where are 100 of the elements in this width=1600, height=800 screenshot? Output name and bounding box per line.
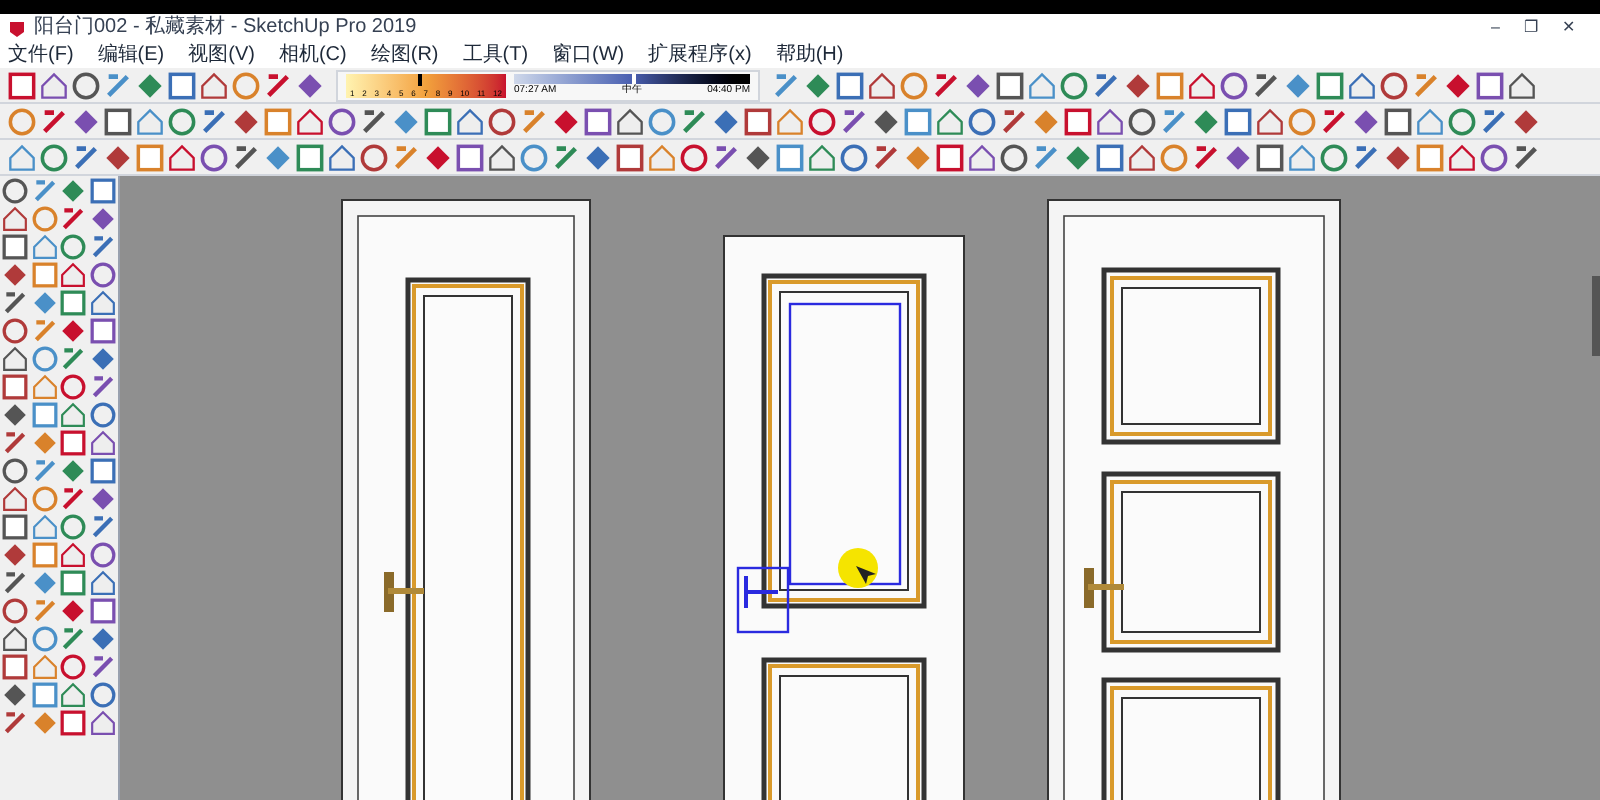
tool-icon[interactable] <box>89 654 115 680</box>
tool-icon[interactable] <box>2 374 28 400</box>
tool-icon[interactable] <box>89 570 115 596</box>
tool-icon[interactable] <box>424 107 452 135</box>
tool-icon[interactable] <box>1000 107 1028 135</box>
time-slider[interactable] <box>514 73 750 83</box>
tool-icon[interactable] <box>89 710 115 736</box>
tool-icon[interactable] <box>2 710 28 736</box>
tool-icon[interactable] <box>2 598 28 624</box>
tool-icon[interactable] <box>89 458 115 484</box>
tool-icon[interactable] <box>60 262 86 288</box>
tool-icon[interactable] <box>31 402 57 428</box>
tool-icon[interactable] <box>1448 107 1476 135</box>
tool-icon[interactable] <box>200 107 228 135</box>
tool-icon[interactable] <box>1064 107 1092 135</box>
tool-icon[interactable] <box>488 107 516 135</box>
tool-icon[interactable] <box>1380 71 1408 99</box>
tool-icon[interactable] <box>60 542 86 568</box>
tool-icon[interactable] <box>89 206 115 232</box>
tool-icon[interactable] <box>2 458 28 484</box>
tool-icon[interactable] <box>89 542 115 568</box>
tool-icon[interactable] <box>104 107 132 135</box>
tool-icon[interactable] <box>232 143 260 171</box>
tool-icon[interactable] <box>60 290 86 316</box>
tool-icon[interactable] <box>89 290 115 316</box>
tool-icon[interactable] <box>2 430 28 456</box>
menu-item[interactable]: 工具(T) <box>462 45 529 65</box>
menu-item[interactable]: 扩展程序(x) <box>648 45 752 65</box>
tool-icon[interactable] <box>60 458 86 484</box>
tool-icon[interactable] <box>60 514 86 540</box>
tool-icon[interactable] <box>60 626 86 652</box>
tool-icon[interactable] <box>1480 143 1508 171</box>
tool-icon[interactable] <box>1060 71 1088 99</box>
tool-icon[interactable] <box>932 71 960 99</box>
tool-icon[interactable] <box>968 107 996 135</box>
tool-icon[interactable] <box>60 430 86 456</box>
tool-icon[interactable] <box>60 346 86 372</box>
tool-icon[interactable] <box>2 178 28 204</box>
menu-item[interactable]: 窗口(W) <box>552 45 625 65</box>
tool-icon[interactable] <box>836 71 864 99</box>
tool-icon[interactable] <box>2 514 28 540</box>
tool-icon[interactable] <box>2 402 28 428</box>
tool-icon[interactable] <box>200 143 228 171</box>
tool-icon[interactable] <box>89 374 115 400</box>
tool-icon[interactable] <box>1192 143 1220 171</box>
tool-icon[interactable] <box>1316 71 1344 99</box>
tool-icon[interactable] <box>1128 107 1156 135</box>
tool-icon[interactable] <box>840 143 868 171</box>
tool-icon[interactable] <box>60 206 86 232</box>
tool-icon[interactable] <box>936 143 964 171</box>
tool-icon[interactable] <box>264 71 292 99</box>
tool-icon[interactable] <box>31 682 57 708</box>
tool-icon[interactable] <box>89 346 115 372</box>
tool-icon[interactable] <box>616 143 644 171</box>
tool-icon[interactable] <box>89 430 115 456</box>
tool-icon[interactable] <box>1220 71 1248 99</box>
tool-icon[interactable] <box>2 262 28 288</box>
tool-icon[interactable] <box>89 262 115 288</box>
tool-icon[interactable] <box>328 107 356 135</box>
tool-icon[interactable] <box>60 486 86 512</box>
tool-icon[interactable] <box>89 178 115 204</box>
tool-icon[interactable] <box>60 402 86 428</box>
menu-item[interactable]: 帮助(H) <box>775 45 844 65</box>
tool-icon[interactable] <box>296 143 324 171</box>
tool-icon[interactable] <box>2 206 28 232</box>
tool-icon[interactable] <box>2 682 28 708</box>
tool-icon[interactable] <box>2 346 28 372</box>
tool-icon[interactable] <box>680 107 708 135</box>
tool-icon[interactable] <box>2 570 28 596</box>
menu-item[interactable]: 文件(F) <box>8 45 74 65</box>
tool-icon[interactable] <box>8 71 36 99</box>
tool-icon[interactable] <box>2 486 28 512</box>
tool-icon[interactable] <box>1000 143 1028 171</box>
tool-icon[interactable] <box>89 598 115 624</box>
tool-icon[interactable] <box>808 107 836 135</box>
tool-icon[interactable] <box>680 143 708 171</box>
tool-icon[interactable] <box>2 654 28 680</box>
tool-icon[interactable] <box>1096 143 1124 171</box>
tool-icon[interactable] <box>2 290 28 316</box>
tool-icon[interactable] <box>456 143 484 171</box>
tool-icon[interactable] <box>89 234 115 260</box>
tool-icon[interactable] <box>60 318 86 344</box>
menu-item[interactable]: 视图(V) <box>188 45 255 65</box>
menu-item[interactable]: 编辑(E) <box>97 45 165 65</box>
menu-item[interactable]: 相机(C) <box>278 45 347 65</box>
tool-icon[interactable] <box>360 107 388 135</box>
tool-icon[interactable] <box>1352 143 1380 171</box>
tool-icon[interactable] <box>60 234 86 260</box>
tool-icon[interactable] <box>1512 143 1540 171</box>
tool-icon[interactable] <box>60 682 86 708</box>
tool-icon[interactable] <box>1320 107 1348 135</box>
tool-icon[interactable] <box>60 654 86 680</box>
menu-item[interactable]: 绘图(R) <box>370 45 439 65</box>
tool-icon[interactable] <box>60 374 86 400</box>
tool-icon[interactable] <box>89 514 115 540</box>
tool-icon[interactable] <box>1384 107 1412 135</box>
tool-icon[interactable] <box>872 143 900 171</box>
tool-icon[interactable] <box>360 143 388 171</box>
tool-icon[interactable] <box>1252 71 1280 99</box>
tool-icon[interactable] <box>60 710 86 736</box>
